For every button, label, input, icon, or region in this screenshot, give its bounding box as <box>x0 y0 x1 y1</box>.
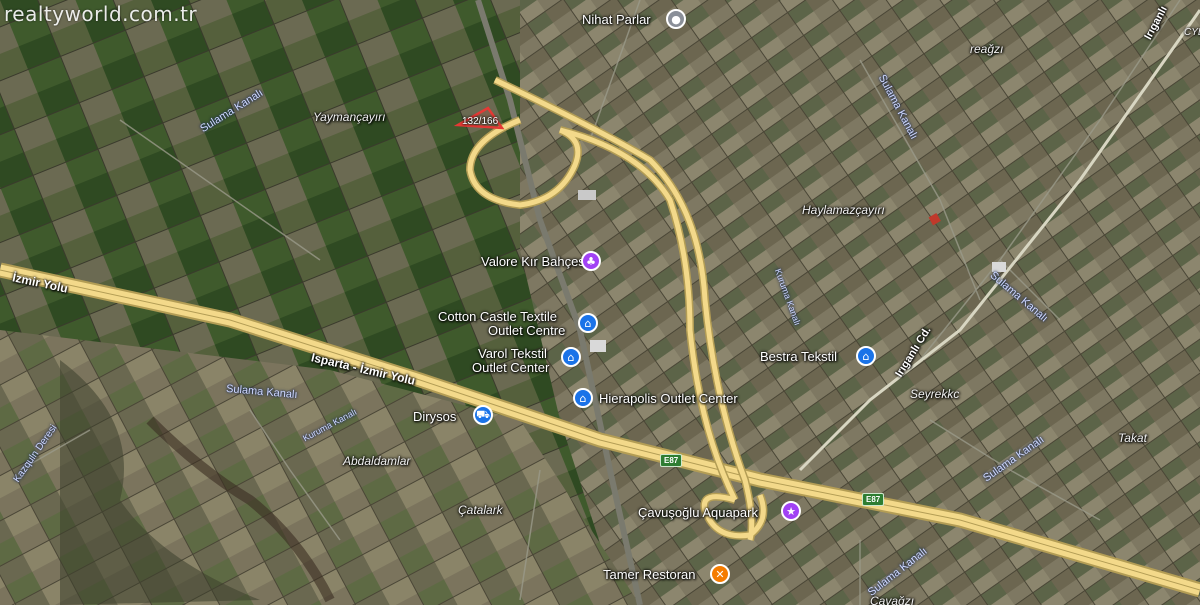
shopping-bag-icon[interactable]: ⌂ <box>561 347 581 367</box>
e87-shield-2: E87 <box>862 493 885 506</box>
poi-label-tamer[interactable]: Tamer Restoran <box>603 568 695 582</box>
shopping-cart-icon[interactable]: ⛟ <box>473 405 493 425</box>
area-label-cyl: CYL <box>1184 27 1200 38</box>
poi-label-varol-1[interactable]: Varol Tekstil <box>478 347 547 361</box>
area-label-takat: Takat <box>1118 431 1147 445</box>
restaurant-icon[interactable]: ✕ <box>710 564 730 584</box>
area-label-yaymancayiri: Yaymançayırı <box>313 110 386 124</box>
poi-label-dirysos[interactable]: Dirysos <box>413 410 456 424</box>
shopping-bag-icon[interactable]: ⌂ <box>856 346 876 366</box>
park-icon[interactable]: ♣ <box>581 251 601 271</box>
poi-label-cotton-castle-1[interactable]: Cotton Castle Textile <box>438 310 557 324</box>
poi-label-varol-2[interactable]: Outlet Center <box>472 361 549 375</box>
e87-shield-1: E87 <box>660 454 683 467</box>
place-icon[interactable]: ● <box>666 9 686 29</box>
area-label-catalark: Çatalark <box>458 503 503 517</box>
poi-label-nihat-parlar[interactable]: Nihat Parlar <box>582 13 651 27</box>
poi-label-cotton-castle-2[interactable]: Outlet Centre <box>488 324 565 338</box>
attraction-icon[interactable]: ★ <box>781 501 801 521</box>
shopping-bag-icon[interactable]: ⌂ <box>578 313 598 333</box>
poi-label-hierapolis[interactable]: Hierapolis Outlet Center <box>599 392 738 406</box>
area-label-reagzi: reağzı <box>970 42 1004 56</box>
shopping-bag-icon[interactable]: ⌂ <box>573 388 593 408</box>
area-label-seyrekkc: Seyrekkc <box>910 387 960 401</box>
parcel-label: 132/166 <box>462 116 499 127</box>
poi-label-aquapark[interactable]: Çavuşoğlu Aquapark <box>638 506 758 520</box>
area-label-abdaldamlar: Abdaldamlar <box>343 454 411 468</box>
satellite-map[interactable]: realtyworld.com.tr 132/166 Yaymançayırı … <box>0 0 1200 605</box>
watermark: realtyworld.com.tr <box>4 2 198 26</box>
area-label-haylamazcayiri: Haylamazçayırı <box>802 203 885 217</box>
poi-label-bestra[interactable]: Bestra Tekstil <box>760 350 837 364</box>
poi-label-valore[interactable]: Valore Kır Bahçesi <box>481 255 588 269</box>
